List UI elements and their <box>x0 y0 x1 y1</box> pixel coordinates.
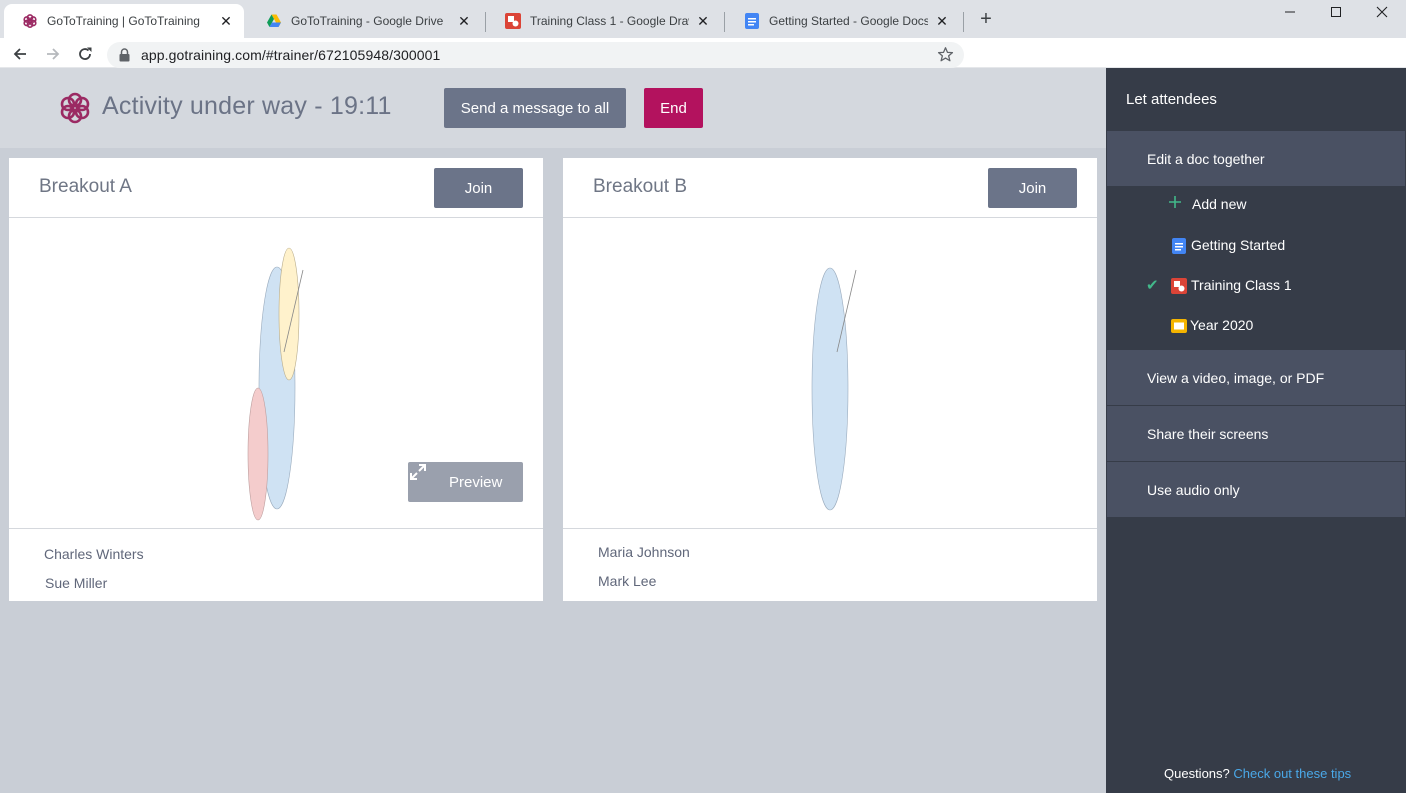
browser-toolbar: app.gotraining.com/#trainer/672105948/30… <box>0 38 1406 68</box>
join-button[interactable]: Join <box>988 168 1077 208</box>
tab-label: Training Class 1 - Google Drawings <box>530 14 689 28</box>
check-icon: ✔ <box>1146 277 1159 294</box>
tips-link[interactable]: Check out these tips <box>1233 766 1351 781</box>
option-label: Share their screens <box>1147 425 1269 442</box>
breakout-card-b: Breakout B Join Maria Johnson Mark Lee <box>563 158 1097 601</box>
option-audio-only[interactable]: Use audio only <box>1107 462 1405 517</box>
google-docs-icon <box>744 13 760 29</box>
help-footer: Questions? Check out these tips <box>1164 766 1351 781</box>
doc-item-label: Year 2020 <box>1190 317 1254 333</box>
option-label: Use audio only <box>1147 481 1240 498</box>
attendee-name: Maria Johnson <box>598 544 690 560</box>
attendee-list: Maria Johnson Mark Lee <box>563 528 1097 601</box>
doc-item-add-new[interactable]: Add new <box>1106 185 1406 225</box>
preview-button[interactable]: Preview <box>408 462 523 502</box>
let-attendees-panel: Let attendees Edit a doc together Add ne… <box>1106 68 1406 793</box>
back-icon[interactable] <box>8 42 32 66</box>
panel-heading: Let attendees <box>1126 91 1217 108</box>
attendee-name: Mark Lee <box>598 573 657 589</box>
gototraining-logo-icon <box>57 90 93 126</box>
gototraining-icon <box>22 13 38 29</box>
doc-item-label: Add new <box>1192 196 1247 212</box>
google-drive-icon <box>266 13 282 29</box>
address-bar[interactable]: app.gotraining.com/#trainer/672105948/30… <box>107 42 964 68</box>
option-label: Edit a doc together <box>1147 150 1265 167</box>
close-icon[interactable]: ✕ <box>218 13 234 29</box>
doc-item-year-2020[interactable]: Year 2020 <box>1106 306 1406 346</box>
browser-tab-bar: GoToTraining | GoToTraining ✕ GoToTraini… <box>0 0 1406 38</box>
minimize-icon[interactable] <box>1267 0 1313 24</box>
breakout-header: Breakout A Join <box>9 158 543 218</box>
google-slides-icon <box>1171 318 1187 334</box>
tab-gototraining[interactable]: GoToTraining | GoToTraining ✕ <box>4 4 244 38</box>
tab-google-drawings[interactable]: Training Class 1 - Google Drawings ✕ <box>487 4 721 38</box>
close-icon[interactable]: ✕ <box>695 13 711 29</box>
close-icon[interactable]: ✕ <box>934 13 950 29</box>
close-icon[interactable]: ✕ <box>456 13 472 29</box>
yellow-ellipse <box>278 247 300 381</box>
option-edit-doc-together[interactable]: Edit a doc together <box>1107 131 1405 186</box>
option-label: View a video, image, or PDF <box>1147 369 1325 386</box>
breakout-card-a: Breakout A Join Preview Charles Winters … <box>9 158 543 601</box>
footer-text: Questions? <box>1164 766 1230 781</box>
google-drawings-icon <box>505 13 521 29</box>
doc-item-getting-started[interactable]: Getting Started <box>1106 226 1406 266</box>
new-tab-icon[interactable]: + <box>975 9 997 31</box>
join-button[interactable]: Join <box>434 168 523 208</box>
doc-item-label: Training Class 1 <box>1191 277 1292 293</box>
red-ellipse <box>247 387 269 521</box>
tab-label: GoToTraining | GoToTraining <box>47 14 200 28</box>
google-drawings-icon <box>1171 278 1187 294</box>
blue-ellipse <box>811 267 849 511</box>
drawing-preview: Preview <box>9 218 543 528</box>
preview-label: Preview <box>449 473 503 491</box>
bookmark-star-icon[interactable] <box>937 46 954 68</box>
breakout-title: Breakout B <box>593 176 687 197</box>
attendee-name: Charles Winters <box>44 546 144 562</box>
activity-header: Activity under way - 19:11 Send a messag… <box>0 68 1106 148</box>
drawing-preview <box>563 218 1097 528</box>
reload-icon[interactable] <box>73 42 97 66</box>
google-docs-icon <box>1171 238 1187 254</box>
tab-google-drive[interactable]: GoToTraining - Google Drive ✕ <box>248 4 482 38</box>
url-text: app.gotraining.com/#trainer/672105948/30… <box>141 47 441 63</box>
breakout-title: Breakout A <box>39 176 132 197</box>
tab-separator <box>724 12 725 32</box>
option-view-media[interactable]: View a video, image, or PDF <box>1107 350 1405 405</box>
option-share-screens[interactable]: Share their screens <box>1107 406 1405 461</box>
lock-icon <box>119 48 130 67</box>
tab-google-docs[interactable]: Getting Started - Google Docs ✕ <box>726 4 960 38</box>
breakout-header: Breakout B Join <box>563 158 1097 218</box>
expand-icon <box>410 464 436 492</box>
plus-icon <box>1168 195 1184 211</box>
tab-separator <box>485 12 486 32</box>
page-title: Activity under way - 19:11 <box>102 92 392 120</box>
forward-icon[interactable] <box>41 42 65 66</box>
send-message-to-all-button[interactable]: Send a message to all <box>444 88 626 128</box>
attendee-name: Sue Miller <box>45 575 108 591</box>
tab-separator <box>963 12 964 32</box>
tab-label: GoToTraining - Google Drive <box>291 14 444 28</box>
maximize-icon[interactable] <box>1313 0 1359 24</box>
tab-label: Getting Started - Google Docs <box>769 14 928 28</box>
doc-item-label: Getting Started <box>1191 237 1286 253</box>
end-button[interactable]: End <box>644 88 703 128</box>
attendee-list: Charles Winters Sue Miller <box>9 528 543 601</box>
close-window-icon[interactable] <box>1359 0 1405 24</box>
doc-item-training-class-1[interactable]: ✔ Training Class 1 <box>1106 266 1406 306</box>
